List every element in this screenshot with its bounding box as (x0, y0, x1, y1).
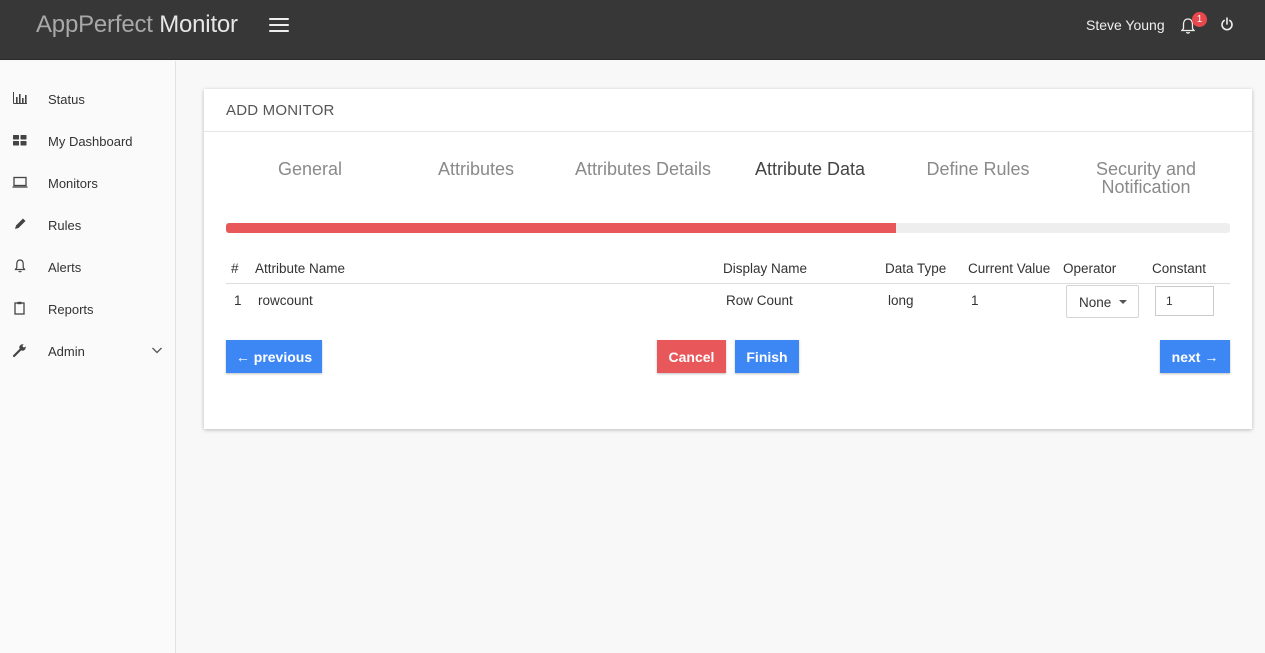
sidebar-item-label: Status (48, 92, 85, 107)
operator-select[interactable]: None (1066, 285, 1139, 318)
sidebar-item-label: My Dashboard (48, 134, 133, 149)
brand-name-light: AppPerfect (36, 11, 153, 38)
operator-selected-value: None (1079, 295, 1112, 310)
sidebar-item-alerts[interactable]: Alerts (0, 245, 175, 287)
power-logout-icon[interactable] (1220, 17, 1234, 31)
sidebar-item-status[interactable]: Status (0, 77, 175, 119)
pencil-icon (15, 218, 26, 229)
sidebar-item-admin[interactable]: Admin (0, 329, 175, 371)
wrench-icon (12, 344, 26, 358)
column-header-constant: Constant (1152, 261, 1207, 276)
clipboard-icon (14, 301, 25, 315)
wizard-step-attribute-data[interactable]: Attribute Data (745, 160, 875, 178)
cell-current-value: 1 (971, 293, 979, 308)
column-header-display-name: Display Name (723, 261, 808, 276)
dashboard-grid-icon (13, 135, 27, 146)
cancel-button[interactable]: Cancel (657, 340, 726, 373)
cell-number: 1 (234, 293, 242, 308)
sidebar-item-label: Monitors (48, 176, 98, 191)
sidebar-item-label: Admin (48, 344, 85, 359)
sidebar-item-monitors[interactable]: Monitors (0, 161, 175, 203)
wizard-step-general[interactable]: General (260, 160, 360, 178)
wizard-step-attributes-details[interactable]: Attributes Details (568, 160, 718, 178)
user-name[interactable]: Steve Young (1086, 17, 1165, 33)
notification-count-badge: 1 (1192, 12, 1207, 27)
add-monitor-card: ADD MONITOR General Attributes Attribute… (204, 89, 1252, 429)
column-header-number: # (231, 261, 239, 276)
finish-button[interactable]: Finish (735, 340, 799, 373)
column-header-operator: Operator (1063, 261, 1117, 276)
sidebar-item-label: Alerts (48, 260, 82, 275)
cell-attribute-name: rowcount (258, 293, 313, 308)
sidebar: Status My Dashboard Monitors Rules Alert… (0, 61, 176, 653)
column-header-attribute-name: Attribute Name (255, 261, 346, 276)
caret-down-icon (1119, 300, 1127, 304)
bar-chart-icon (13, 92, 27, 104)
progress-bar-fill (226, 223, 896, 233)
top-bar: AppPerfect Monitor Steve Young 1 (0, 0, 1265, 60)
wizard-step-security-notification[interactable]: Security and Notification (1076, 160, 1216, 196)
constant-input[interactable] (1155, 286, 1214, 316)
sidebar-item-label: Rules (48, 218, 82, 233)
next-button[interactable]: next → (1160, 340, 1230, 373)
page-title: ADD MONITOR (226, 102, 335, 119)
sidebar-item-my-dashboard[interactable]: My Dashboard (0, 119, 175, 161)
wizard-progress-bar (226, 223, 1230, 233)
hamburger-menu-icon[interactable] (269, 16, 291, 34)
column-header-data-type: Data Type (885, 261, 947, 276)
monitor-icon (12, 176, 28, 188)
previous-button[interactable]: ← previous (226, 340, 322, 373)
sidebar-item-label: Reports (48, 302, 94, 317)
bell-icon (14, 259, 26, 273)
column-header-current-value: Current Value (968, 261, 1051, 276)
card-divider (204, 131, 1252, 132)
sidebar-item-rules[interactable]: Rules (0, 203, 175, 245)
table-header-divider (226, 283, 1230, 284)
cell-data-type: long (888, 293, 914, 308)
chevron-down-icon[interactable] (150, 343, 164, 357)
brand-name-bold: Monitor (159, 11, 238, 38)
app-logo[interactable]: AppPerfect Monitor (36, 11, 238, 39)
wizard-step-attributes[interactable]: Attributes (426, 160, 526, 178)
wizard-step-define-rules[interactable]: Define Rules (918, 160, 1038, 178)
cell-display-name: Row Count (726, 293, 793, 308)
sidebar-item-reports[interactable]: Reports (0, 287, 175, 329)
